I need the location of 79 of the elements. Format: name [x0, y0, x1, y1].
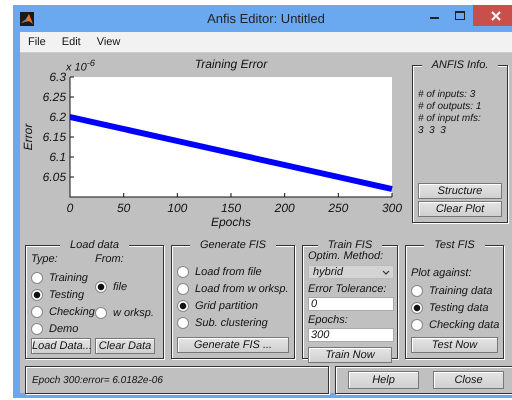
axis-label: Epochs — [210, 215, 252, 229]
radio-label[interactable]: Testing data — [429, 302, 489, 314]
menu-item[interactable]: File — [20, 36, 54, 48]
radio-button[interactable] — [411, 302, 423, 314]
tick-label: 0 — [66, 201, 74, 215]
menu-item[interactable]: Edit — [54, 36, 89, 48]
radio-button[interactable] — [177, 316, 189, 328]
status-message: Epoch 300:error= 6.0182e-06 — [32, 374, 163, 386]
tick-label: 6.1 — [49, 150, 66, 164]
info-text: 3 3 3 — [418, 125, 447, 137]
radio-button[interactable] — [31, 306, 43, 318]
radio-button[interactable] — [95, 306, 107, 318]
push-button[interactable]: Clear Data — [95, 338, 155, 354]
push-button[interactable]: Train Now — [308, 347, 392, 363]
tick-label: 100 — [167, 201, 188, 215]
radio-button[interactable] — [177, 282, 189, 294]
radio-button[interactable] — [31, 288, 43, 300]
push-button[interactable]: Help — [348, 371, 419, 389]
push-button[interactable]: Test Now — [411, 337, 498, 353]
info-text: # of input mfs: — [418, 113, 482, 125]
tick-label: 6.3 — [49, 70, 66, 84]
info-text: # of outputs: 1 — [418, 101, 482, 113]
tick-label: 250 — [328, 201, 348, 215]
radio-button[interactable] — [411, 318, 423, 330]
push-button[interactable]: Close — [433, 371, 504, 389]
tick-label: 300 — [382, 201, 402, 215]
radio-button[interactable] — [177, 266, 189, 278]
radio-label[interactable]: file — [113, 280, 128, 292]
push-button[interactable]: Structure — [418, 183, 502, 199]
menu-item[interactable]: View — [88, 36, 128, 48]
app-icon — [20, 12, 34, 26]
maximize-icon[interactable] — [455, 11, 465, 20]
input-field[interactable]: 0 — [308, 297, 394, 311]
tick-label: 6.2 — [49, 110, 66, 124]
radio-button[interactable] — [411, 284, 423, 296]
info-text: # of inputs: 3 — [418, 89, 476, 101]
radio-label[interactable]: Training — [49, 272, 88, 284]
from-label: From: — [95, 253, 125, 266]
group-title: Train FIS — [318, 239, 382, 251]
group-title: Generate FIS — [190, 239, 276, 251]
window-title: Anfis Editor: Untitled — [207, 11, 325, 26]
group-title: Load data — [60, 239, 129, 251]
radio-button[interactable] — [177, 300, 189, 312]
tick-label: 6.05 — [42, 170, 66, 184]
radio-button[interactable] — [95, 280, 107, 292]
radio-label[interactable]: Sub. clustering — [195, 316, 268, 328]
field-label: Optim. Method: — [308, 250, 384, 263]
field-label: Epochs: — [308, 314, 349, 327]
method-dropdown[interactable]: hybrid — [308, 265, 394, 279]
field-label: Error Tolerance: — [308, 283, 388, 296]
tick-label: 6.15 — [42, 130, 66, 144]
chart-title: Training Error — [194, 57, 268, 71]
radio-button[interactable] — [31, 322, 43, 334]
radio-label[interactable]: Training data — [429, 284, 492, 296]
close-button[interactable] — [473, 5, 512, 26]
push-button[interactable]: Generate FIS ... — [177, 337, 289, 353]
type-label: Type: — [31, 253, 59, 266]
radio-label[interactable]: Testing — [49, 288, 84, 300]
close-icon[interactable] — [491, 10, 501, 20]
radio-label[interactable]: w orksp. — [113, 306, 154, 318]
plot-against-label: Plot against: — [411, 267, 473, 280]
radio-label[interactable]: Demo — [49, 322, 78, 334]
tick-label: 200 — [274, 201, 295, 215]
radio-label[interactable]: Load from file — [195, 266, 262, 278]
push-button[interactable]: Clear Plot — [418, 201, 502, 217]
tick-label: 6.25 — [42, 90, 66, 104]
push-button[interactable]: Load Data... — [31, 338, 91, 354]
group-title: ANFIS Info. — [422, 59, 498, 71]
radio-label[interactable]: Checking — [49, 306, 95, 318]
chevron-icon[interactable] — [382, 270, 390, 274]
radio-button[interactable] — [31, 272, 43, 284]
tick-label: 150 — [220, 201, 242, 215]
axis-label: Error — [21, 124, 35, 150]
radio-label[interactable]: Checking data — [429, 318, 500, 330]
tick-label: 50 — [116, 201, 130, 215]
radio-label[interactable]: Grid partition — [195, 300, 258, 312]
input-field[interactable]: 300 — [308, 328, 394, 342]
group-title: Test FIS — [424, 239, 485, 251]
radio-label[interactable]: Load from w orksp. — [195, 282, 289, 294]
